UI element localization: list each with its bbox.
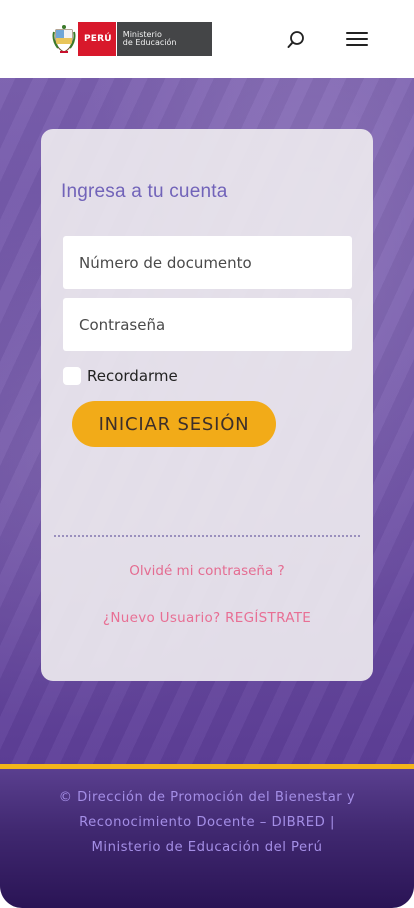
remember-label[interactable]: Recordarme [87, 367, 178, 385]
login-button[interactable]: INICIAR SESIÓN [72, 401, 276, 447]
document-number-input[interactable] [63, 236, 352, 289]
hero-background: Ingresa a tu cuenta Recordarme INICIAR S… [0, 78, 414, 764]
login-title: Ingresa a tu cuenta [61, 181, 228, 202]
new-user-text: ¿Nuevo Usuario? [102, 610, 221, 626]
dotted-divider [54, 535, 360, 537]
peru-label: PERÚ [78, 22, 116, 56]
footer-line-1: © Dirección de Promoción del Bienestar y [58, 790, 356, 805]
search-icon [287, 31, 304, 48]
peru-coat-of-arms-icon [52, 25, 76, 53]
ministry-label: Ministerio de Educación [115, 22, 212, 56]
menu-bar [346, 32, 368, 35]
remember-me: Recordarme [63, 367, 178, 385]
footer-line-3: Ministerio de Educación del Perú [91, 840, 323, 855]
site-header: PERÚ Ministerio de Educación [0, 0, 414, 78]
login-card: Ingresa a tu cuenta Recordarme INICIAR S… [41, 129, 373, 681]
search-button[interactable] [284, 28, 308, 52]
password-input[interactable] [63, 298, 352, 351]
hamburger-menu-icon[interactable] [344, 28, 370, 50]
ministry-line-2: de Educación [122, 38, 177, 47]
footer-copyright: © Dirección de Promoción del Bienestar y… [0, 785, 414, 860]
footer-line-2: Reconocimiento Docente – DIBRED | [79, 815, 335, 830]
minedu-logo[interactable]: PERÚ Ministerio de Educación [52, 22, 212, 56]
menu-bar [346, 43, 368, 46]
register-prompt: ¿Nuevo Usuario? REGÍSTRATE [41, 610, 373, 626]
site-footer: © Dirección de Promoción del Bienestar y… [0, 769, 414, 908]
remember-checkbox[interactable] [63, 367, 81, 385]
register-link[interactable]: REGÍSTRATE [225, 610, 311, 626]
forgot-password-link[interactable]: Olvidé mi contraseña ? [41, 563, 373, 579]
menu-bar [346, 37, 368, 41]
